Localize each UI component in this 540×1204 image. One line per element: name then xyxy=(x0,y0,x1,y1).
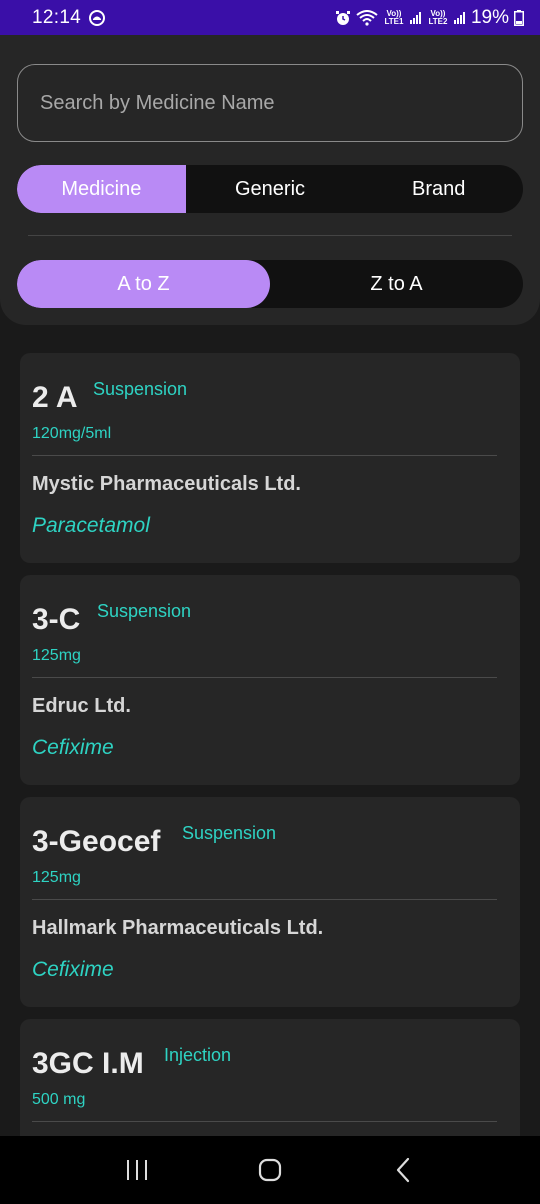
sort-segmented-control: A to Z Z to A xyxy=(17,260,523,308)
card-divider xyxy=(32,455,497,456)
medicine-card[interactable]: 3-C Suspension 125mg Edruc Ltd. Cefixime xyxy=(20,575,520,785)
dosage-form: Injection xyxy=(164,1045,232,1065)
alarm-icon xyxy=(335,10,351,26)
status-time: 12:14 xyxy=(32,6,82,28)
type-segmented-control: Medicine Generic Brand xyxy=(17,165,523,213)
company-name: Edruc Ltd. xyxy=(32,695,131,717)
medicine-name: 3GC I.M xyxy=(32,1047,144,1080)
strength: 125mg xyxy=(32,647,81,664)
status-bar: 12:14 Vo)) LTE1 Vo)) LTE2 19% xyxy=(0,0,540,35)
sort-a-to-z[interactable]: A to Z xyxy=(17,260,270,308)
strength: 120mg/5ml xyxy=(32,425,112,442)
search-box[interactable] xyxy=(17,64,523,142)
medicine-list[interactable]: 2 A Suspension 120mg/5ml Mystic Pharmace… xyxy=(20,353,520,1136)
tab-generic[interactable]: Generic xyxy=(186,165,355,213)
home-button[interactable] xyxy=(240,1140,300,1200)
signal-1-icon xyxy=(409,11,422,24)
app-notification-icon xyxy=(89,9,106,26)
card-divider xyxy=(32,677,497,678)
strength: 125mg xyxy=(32,869,81,886)
divider xyxy=(28,235,512,236)
card-divider xyxy=(32,899,497,900)
filter-panel: Medicine Generic Brand A to Z Z to A xyxy=(0,35,540,325)
medicine-card[interactable]: 3GC I.M Injection 500 mg xyxy=(20,1019,520,1136)
strength: 500 mg xyxy=(32,1091,86,1108)
medicine-name: 3-C xyxy=(32,603,81,636)
network-2-label: Vo)) LTE2 xyxy=(428,8,448,26)
dosage-form: Suspension xyxy=(182,823,277,843)
generic-name: Paracetamol xyxy=(32,514,150,537)
dosage-form: Suspension xyxy=(97,601,192,621)
system-nav-bar xyxy=(0,1136,540,1204)
wifi-icon xyxy=(356,9,378,26)
network-1-label: Vo)) LTE1 xyxy=(384,8,404,26)
back-icon xyxy=(397,1157,410,1183)
recent-apps-icon xyxy=(126,1160,147,1180)
medicine-card[interactable]: 3-Geocef Suspension 125mg Hallmark Pharm… xyxy=(20,797,520,1007)
sort-z-to-a[interactable]: Z to A xyxy=(270,260,523,308)
signal-2-icon xyxy=(453,11,466,24)
tab-brand[interactable]: Brand xyxy=(354,165,523,213)
company-name: Mystic Pharmaceuticals Ltd. xyxy=(32,473,301,495)
card-divider xyxy=(32,1121,497,1122)
dosage-form: Suspension xyxy=(93,379,188,399)
generic-name: Cefixime xyxy=(32,736,114,759)
company-name: Hallmark Pharmaceuticals Ltd. xyxy=(32,917,324,939)
battery-percent: 19% xyxy=(470,6,509,28)
search-input[interactable] xyxy=(40,91,522,115)
medicine-name: 3-Geocef xyxy=(32,825,161,858)
generic-name: Cefixime xyxy=(32,958,114,981)
recent-apps-button[interactable] xyxy=(107,1140,167,1200)
medicine-card[interactable]: 2 A Suspension 120mg/5ml Mystic Pharmace… xyxy=(20,353,520,563)
home-icon xyxy=(258,1158,282,1182)
tab-medicine[interactable]: Medicine xyxy=(17,165,186,213)
back-button[interactable] xyxy=(373,1140,433,1200)
medicine-name: 2 A xyxy=(32,381,78,414)
battery-icon xyxy=(514,9,524,26)
